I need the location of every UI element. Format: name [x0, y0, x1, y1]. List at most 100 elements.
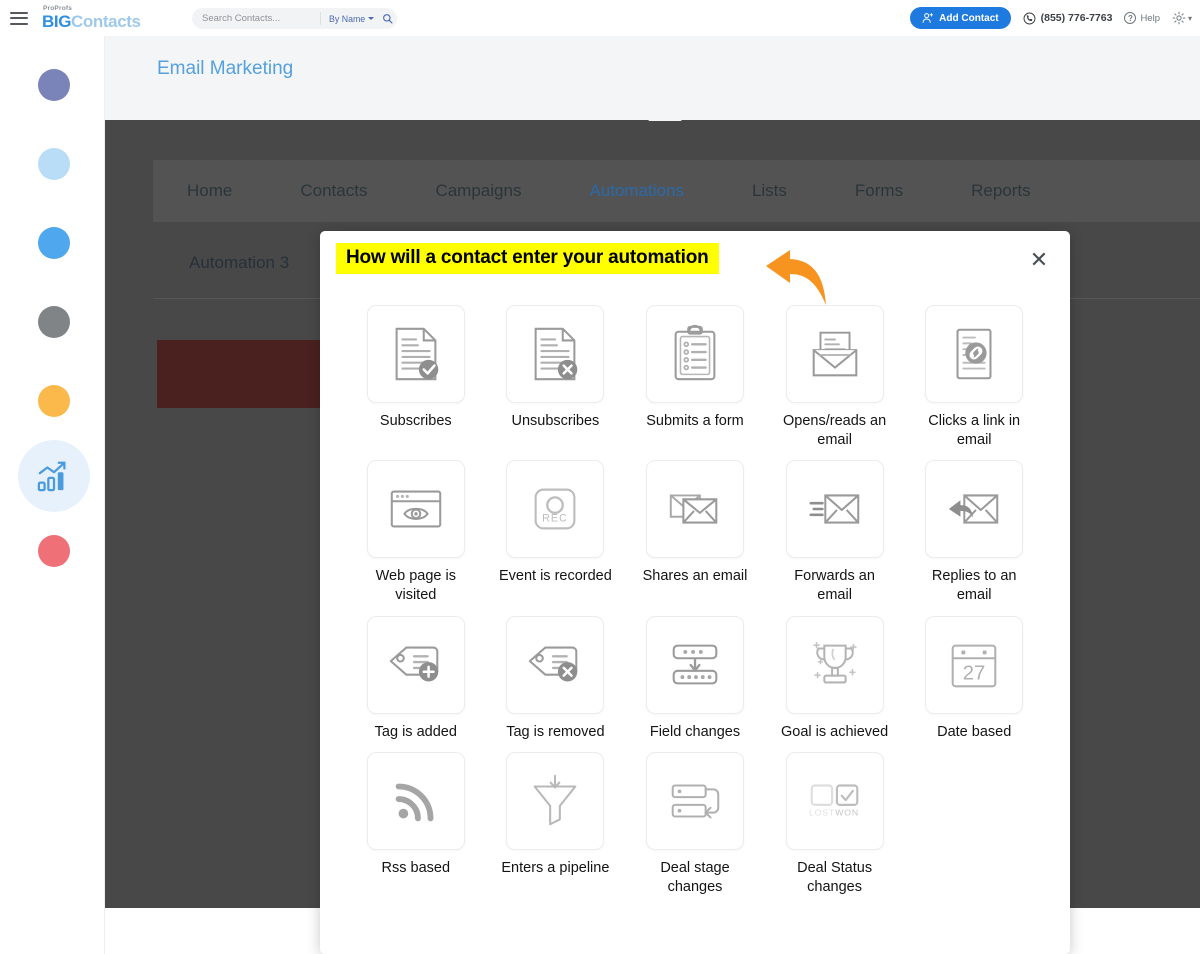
document-link-icon [956, 328, 992, 380]
search-bar[interactable]: By Name [192, 8, 397, 29]
trigger-icon-box [366, 460, 465, 559]
add-contact-button[interactable]: Add Contact [910, 7, 1011, 29]
analytics-chart-icon [37, 461, 66, 492]
trigger-tile-unsubscribes[interactable]: Unsubscribes [486, 305, 626, 450]
trigger-icon-box: LOST WON [785, 751, 884, 850]
rss-icon [395, 783, 434, 821]
open-envelope-icon [812, 331, 857, 377]
field-change-icon [672, 644, 718, 684]
header-notch [648, 109, 682, 121]
record-button-icon: REC [534, 488, 576, 530]
page-title: Email Marketing [157, 58, 294, 79]
trigger-tile-shares-an-email[interactable]: Shares an email [625, 460, 765, 605]
search-filter-dropdown[interactable]: By Name [329, 13, 375, 24]
trigger-icon-box [506, 751, 605, 850]
tab-forms[interactable]: Forms [821, 181, 937, 201]
trigger-label: Field changes [649, 723, 741, 740]
search-input[interactable] [202, 13, 320, 24]
forward-envelope-icon [809, 494, 859, 524]
search-icon[interactable] [382, 13, 393, 24]
gear-icon [1172, 11, 1186, 25]
sidebar-item-2[interactable] [38, 148, 70, 180]
tab-automations[interactable]: Automations [555, 181, 718, 201]
svg-text:REC: REC [543, 513, 569, 525]
add-user-icon [922, 13, 934, 23]
help-link[interactable]: ? Help [1124, 12, 1160, 24]
trigger-icon-box [925, 460, 1024, 559]
page-header: Email Marketing [105, 36, 1200, 121]
tab-home[interactable]: Home [153, 181, 266, 201]
settings-caret-icon: ▾ [1187, 13, 1192, 23]
trophy-icon [812, 641, 857, 683]
trigger-label: Forwards an email [794, 568, 875, 604]
reply-envelope-icon [949, 494, 999, 524]
close-icon[interactable]: ✕ [1026, 247, 1052, 273]
trigger-icon-box [785, 615, 884, 714]
lost-label-text: LOST [809, 807, 835, 817]
search-filter-label: By Name [329, 13, 366, 24]
tag-plus-icon [389, 646, 439, 681]
trigger-icon-box [506, 615, 605, 714]
trigger-label: Rss based [381, 859, 451, 876]
brand-logo[interactable]: ProProfs BIGContacts [42, 5, 141, 30]
chevron-down-icon [368, 17, 375, 20]
sidebar-item-5[interactable] [38, 385, 70, 417]
trigger-label: Enters a pipeline [501, 859, 610, 876]
trigger-icon-box [645, 460, 744, 559]
sidebar-item-1[interactable] [38, 69, 70, 101]
trigger-tile-web-page-is-visited[interactable]: Web page is visited [346, 460, 486, 605]
help-icon: ? [1124, 12, 1137, 24]
trigger-tile-goal-is-achieved[interactable]: Goal is achieved [765, 615, 905, 742]
share-envelope-icon [669, 494, 718, 524]
tab-lists[interactable]: Lists [718, 181, 821, 201]
trigger-label: Clicks a link in email [928, 413, 1021, 449]
trigger-picker-modal: How will a contact enter your automation… [320, 231, 1070, 954]
tag-x-icon [529, 646, 578, 681]
trigger-icon-box [645, 305, 744, 403]
trigger-tile-submits-a-form[interactable]: Submits a form [625, 305, 765, 450]
sidebar-item-reports[interactable] [18, 440, 90, 512]
trigger-label: Event is recorded [498, 568, 612, 585]
main-nav-strip: Home Contacts Campaigns Automations List… [153, 160, 1200, 222]
trigger-tile-rss-based[interactable]: Rss based [346, 751, 486, 897]
support-phone-label: (855) 776-7763 [1040, 12, 1113, 24]
trigger-tile-field-changes[interactable]: Field changes [625, 615, 765, 742]
trigger-tile-event-is-recorded[interactable]: REC Event is recorded [486, 460, 626, 605]
tab-campaigns[interactable]: Campaigns [401, 181, 555, 201]
trigger-tile-subscribes[interactable]: Subscribes [346, 305, 486, 450]
sidebar-item-7[interactable] [38, 535, 70, 567]
support-phone[interactable]: (855) 776-7763 [1023, 12, 1113, 25]
tab-contacts[interactable]: Contacts [266, 181, 401, 201]
document-check-icon [395, 327, 439, 381]
trigger-tile-date-based[interactable]: 27 Date based [904, 615, 1044, 742]
trigger-icon-box [366, 305, 465, 403]
top-header-bar: ProProfs BIGContacts By Name Add Conta [0, 0, 1200, 36]
trigger-tile-enters-a-pipeline[interactable]: Enters a pipeline [486, 751, 626, 897]
trigger-label: Deal Status changes [797, 859, 873, 895]
modal-title: How will a contact enter your automation [336, 243, 719, 274]
browser-eye-icon [390, 490, 442, 528]
sidebar-item-4[interactable] [38, 306, 70, 338]
main-nav-tabs: Home Contacts Campaigns Automations List… [153, 160, 1065, 222]
header-actions: Add Contact (855) 776-7763 ? Help ▾ [910, 5, 1192, 31]
trigger-label: Submits a form [646, 413, 744, 429]
trigger-icon-box: 27 [925, 615, 1024, 714]
funnel-icon [534, 774, 577, 825]
trigger-tile-deal-stage-changes[interactable]: Deal stage changes [625, 751, 765, 897]
settings-menu[interactable]: ▾ [1172, 11, 1192, 25]
trigger-tile-forwards-an-email[interactable]: Forwards an email [765, 460, 905, 605]
trigger-tile-tag-is-added[interactable]: Tag is added [346, 615, 486, 742]
trigger-icon-box [785, 460, 884, 559]
trigger-tile-tag-is-removed[interactable]: Tag is removed [486, 615, 626, 742]
menu-icon[interactable] [10, 11, 28, 25]
trigger-icon-box [506, 305, 605, 403]
sidebar-item-3[interactable] [38, 227, 70, 259]
trigger-tile-clicks-a-link-in-email[interactable]: Clicks a link in email [904, 305, 1044, 450]
tab-reports[interactable]: Reports [937, 181, 1065, 201]
trigger-grid: Subscribes Unsubscribes Submits a form O… [320, 293, 1070, 897]
trigger-tile-replies-to-an-email[interactable]: Replies to an email [904, 460, 1044, 605]
deal-stage-icon [671, 784, 720, 819]
trigger-label: Tag is removed [506, 723, 605, 740]
trigger-tile-deal-status-changes[interactable]: LOST WON Deal Status changes [765, 751, 905, 897]
trigger-tile-opens-reads-an-email[interactable]: Opens/reads an email [765, 305, 905, 450]
